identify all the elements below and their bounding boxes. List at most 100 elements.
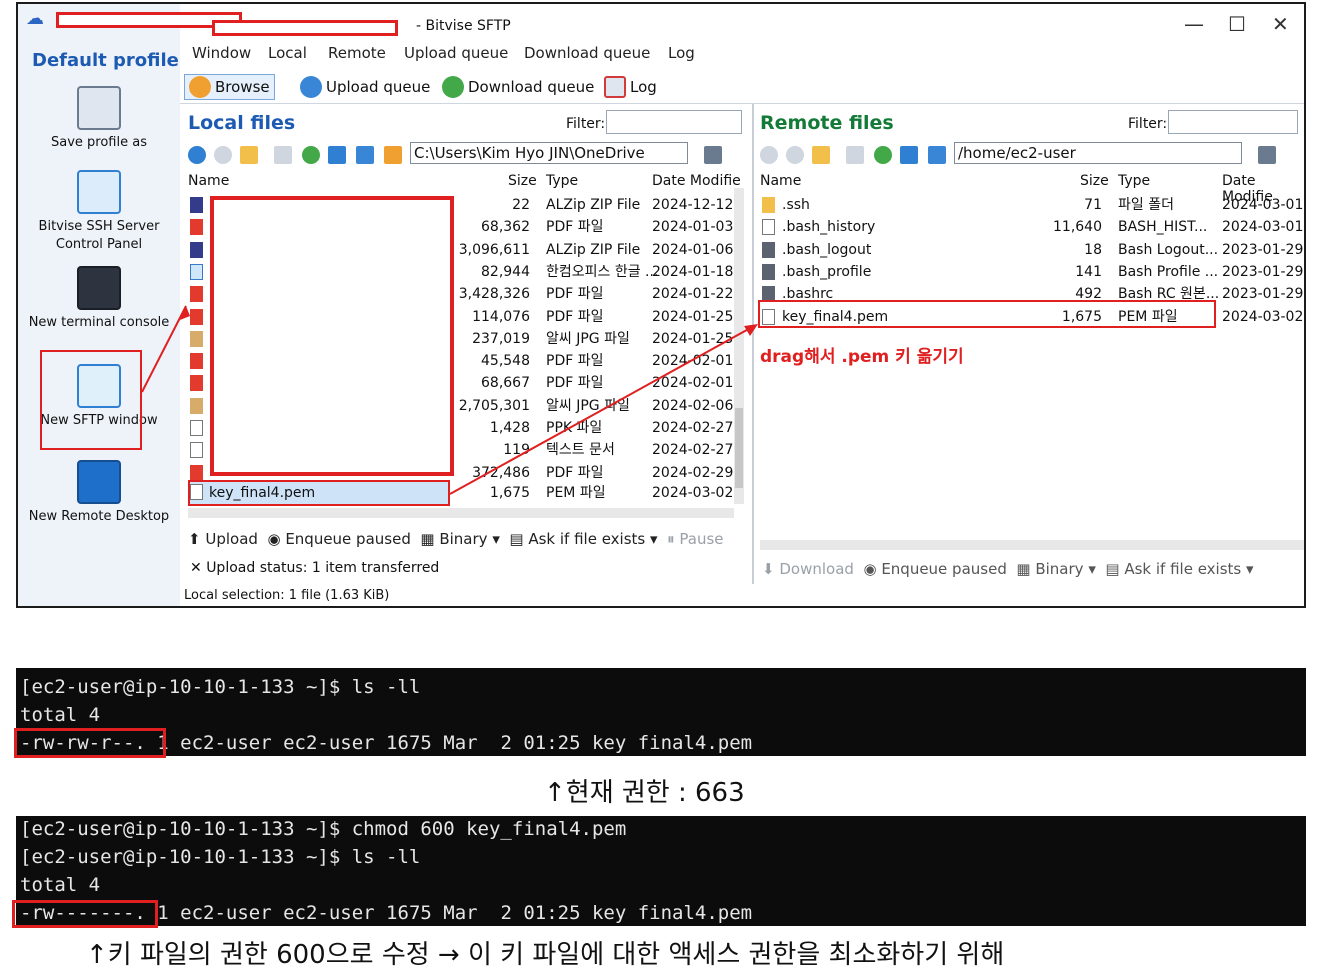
pane-divider[interactable] bbox=[752, 104, 754, 584]
local-row-size: 119 bbox=[503, 442, 530, 459]
local-path-input[interactable]: C:\Users\Kim Hyo JIN\OneDrive bbox=[410, 142, 688, 164]
local-row-size: 2,705,301 bbox=[458, 397, 530, 414]
local-row-size: 68,362 bbox=[481, 219, 530, 236]
log-icon bbox=[604, 76, 626, 98]
terminal-icon bbox=[77, 266, 121, 310]
remote-stop-icon[interactable] bbox=[846, 146, 864, 164]
local-row-date: 2024-01-06 bbox=[652, 241, 734, 258]
upload-button[interactable]: ⬆ Upload bbox=[188, 530, 258, 548]
local-col-size[interactable]: Size bbox=[508, 173, 537, 189]
ssh-server-control-panel-button[interactable]: Bitvise SSH Server Control Panel bbox=[24, 170, 174, 254]
refresh-icon[interactable] bbox=[302, 146, 320, 164]
browse-button[interactable]: Browse bbox=[184, 74, 275, 100]
local-row-date: 2024-01-18 bbox=[652, 263, 734, 280]
menu-local[interactable]: Local bbox=[268, 44, 307, 62]
log-button[interactable]: Log bbox=[604, 74, 657, 100]
remote-enqueue-paused-button[interactable]: ◉ Enqueue paused bbox=[863, 560, 1006, 578]
remote-filter-input[interactable] bbox=[1168, 110, 1298, 134]
view-options-icon[interactable] bbox=[704, 146, 722, 164]
remote-row-name[interactable]: .bash_logout bbox=[782, 239, 871, 261]
remote-ask-if-file-exists-dropdown[interactable]: ▤ Ask if file exists ▾ bbox=[1105, 560, 1253, 578]
stop-icon[interactable] bbox=[274, 146, 292, 164]
remote-refresh-icon[interactable] bbox=[874, 146, 892, 164]
remote-col-size[interactable]: Size bbox=[1080, 173, 1109, 189]
remote-back-icon[interactable] bbox=[760, 146, 778, 164]
menu-remote[interactable]: Remote bbox=[328, 44, 386, 62]
local-row-type: PDF 파일 bbox=[546, 308, 604, 325]
local-selection-status: Local selection: 1 file (1.63 KiB) bbox=[184, 588, 390, 603]
folder-up-icon[interactable] bbox=[240, 146, 258, 164]
remote-path-input[interactable]: /home/ec2-user bbox=[954, 142, 1242, 164]
pause-button[interactable]: ⏸ Pause bbox=[667, 530, 723, 548]
pdf-file-icon bbox=[190, 308, 203, 325]
menu-upload-queue[interactable]: Upload queue bbox=[404, 44, 508, 62]
local-row-size: 45,548 bbox=[481, 353, 530, 370]
pdf-file-icon bbox=[190, 219, 203, 236]
remote-row-name[interactable]: .bash_profile bbox=[782, 261, 871, 283]
local-row-size: 22 bbox=[512, 197, 530, 213]
local-scroll-thumb[interactable] bbox=[735, 408, 743, 488]
local-vertical-scrollbar[interactable] bbox=[734, 188, 744, 504]
ask-if-file-exists-dropdown[interactable]: ▤ Ask if file exists ▾ bbox=[509, 530, 657, 548]
remote-new-folder-icon[interactable] bbox=[928, 146, 946, 164]
upload-queue-button[interactable]: Upload queue bbox=[300, 74, 430, 100]
remote-filter-label: Filter: bbox=[1128, 116, 1168, 132]
jpg-file-icon bbox=[190, 397, 203, 414]
local-col-type[interactable]: Type bbox=[546, 173, 578, 189]
remote-desktop-icon bbox=[77, 460, 121, 504]
remote-folder-up-icon[interactable] bbox=[812, 146, 830, 164]
local-col-name[interactable]: Name bbox=[188, 173, 229, 189]
sftp-arrow-head bbox=[180, 306, 190, 320]
save-profile-as-button[interactable]: Save profile as bbox=[24, 86, 174, 152]
new-remote-desktop-button[interactable]: New Remote Desktop bbox=[24, 460, 174, 526]
binary-dropdown[interactable]: ▦ Binary ▾ bbox=[420, 530, 499, 548]
local-row-type: PDF 파일 bbox=[546, 353, 604, 370]
remote-col-type[interactable]: Type bbox=[1118, 173, 1150, 189]
remote-row-name[interactable]: .bash_history bbox=[782, 216, 875, 238]
terminal-before: [ec2-user@ip-10-10-1-133 ~]$ ls -ll tota… bbox=[14, 668, 1306, 758]
remote-row-name[interactable]: .ssh bbox=[782, 194, 810, 216]
local-row-type: PDF 파일 bbox=[546, 375, 604, 392]
redaction-box bbox=[210, 196, 454, 476]
menu-download-queue[interactable]: Download queue bbox=[524, 44, 650, 62]
remote-row-size: 11,640 bbox=[1053, 219, 1102, 236]
local-row-size: 237,019 bbox=[472, 330, 530, 347]
enqueue-paused-button[interactable]: ◉ Enqueue paused bbox=[267, 530, 410, 548]
new-terminal-console-button[interactable]: New terminal console bbox=[24, 266, 174, 332]
terminal-line: [ec2-user@ip-10-10-1-133 ~]$ ls -ll bbox=[20, 846, 421, 868]
local-selected-file-name[interactable]: key_final4.pem bbox=[209, 482, 315, 504]
open-folder-icon[interactable] bbox=[384, 146, 402, 164]
check-icon: ✕ bbox=[190, 560, 202, 576]
local-filter-input[interactable] bbox=[606, 110, 742, 134]
new-folder-icon[interactable] bbox=[356, 146, 374, 164]
local-row-date: 2024-01-25 bbox=[652, 330, 734, 347]
remote-home-icon[interactable] bbox=[900, 146, 918, 164]
remote-col-name[interactable]: Name bbox=[760, 173, 801, 189]
file-file-icon bbox=[190, 442, 203, 459]
download-queue-button[interactable]: Download queue bbox=[442, 74, 594, 100]
drag-annotation: drag해서 .pem 키 옮기기 bbox=[760, 347, 964, 367]
remote-view-options-icon[interactable] bbox=[1258, 146, 1276, 164]
local-horizontal-scrollbar[interactable] bbox=[188, 508, 734, 518]
download-button[interactable]: ⬇ Download bbox=[762, 560, 854, 578]
menu-window[interactable]: Window bbox=[192, 44, 251, 62]
local-col-date[interactable]: Date Modifie bbox=[652, 173, 741, 189]
back-icon[interactable] bbox=[188, 146, 206, 164]
minimize-button[interactable]: — bbox=[1184, 12, 1204, 36]
remote-horizontal-scrollbar[interactable] bbox=[760, 540, 1304, 550]
forward-icon[interactable] bbox=[214, 146, 232, 164]
remote-binary-dropdown[interactable]: ▦ Binary ▾ bbox=[1016, 560, 1095, 578]
local-row-type: 알씨 JPG 파일 bbox=[546, 397, 630, 414]
local-row-type: PDF 파일 bbox=[546, 219, 604, 236]
menu-log[interactable]: Log bbox=[668, 44, 695, 62]
local-row-date: 2024-02-01 bbox=[652, 375, 734, 392]
maximize-button[interactable]: ☐ bbox=[1228, 12, 1246, 36]
local-row-size: 3,428,326 bbox=[458, 286, 530, 303]
home-icon[interactable] bbox=[328, 146, 346, 164]
close-button[interactable]: ✕ bbox=[1272, 12, 1289, 36]
local-row-size: 1,428 bbox=[489, 420, 530, 436]
remote-forward-icon[interactable] bbox=[786, 146, 804, 164]
local-row-size: 114,076 bbox=[472, 308, 530, 325]
bitvise-app-icon: ☁ bbox=[26, 8, 44, 29]
ssh-server-label: Bitvise SSH Server Control Panel bbox=[38, 219, 160, 252]
